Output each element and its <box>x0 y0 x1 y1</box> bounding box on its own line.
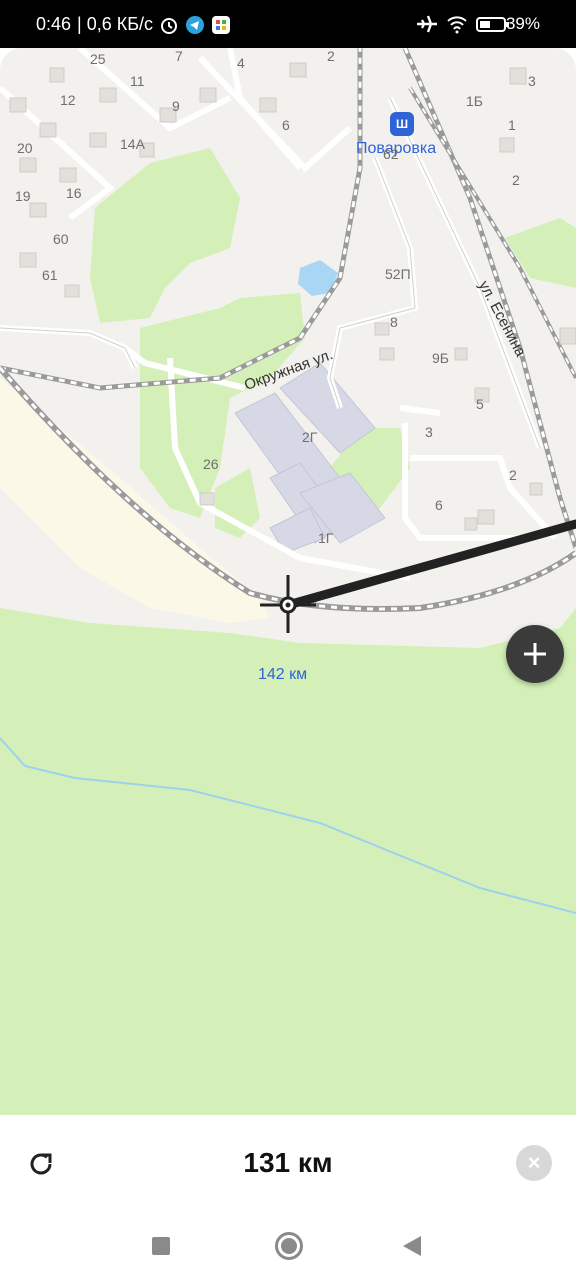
forest-area <box>505 218 576 288</box>
app-icon <box>211 15 231 35</box>
house-number: 9 <box>172 98 180 114</box>
recents-icon[interactable] <box>152 1237 170 1255</box>
house-number: 19 <box>15 188 31 204</box>
house-number: 1Г <box>318 530 334 546</box>
close-button[interactable]: × <box>516 1145 552 1181</box>
zoom-in-button[interactable] <box>506 625 564 683</box>
distance-readout: 131 км <box>243 1147 333 1178</box>
house-number: 2 <box>509 467 517 483</box>
status-bar: 0:46 | 0,6 КБ/с 39% <box>0 0 576 48</box>
airplane-icon <box>416 14 437 34</box>
home-icon[interactable] <box>275 1232 303 1260</box>
house-number: 20 <box>17 140 33 156</box>
close-icon: × <box>527 1150 541 1175</box>
forest-area <box>215 468 260 538</box>
house-number: 26 <box>203 456 219 472</box>
wifi-icon <box>446 14 467 34</box>
forest-area <box>0 608 576 1115</box>
alarm-icon <box>159 15 179 35</box>
house-number: 7 <box>175 48 183 64</box>
house-number: 3 <box>425 424 433 440</box>
house-number: 5 <box>476 396 484 412</box>
house-number: 14А <box>120 136 145 152</box>
km-marker-label: 142 км <box>258 666 308 683</box>
house-number: 3 <box>528 73 536 89</box>
house-number: 2Г <box>302 429 318 445</box>
house-number: 1 <box>508 117 516 133</box>
house-number: 1Б <box>466 93 483 109</box>
house-number: 6 <box>435 497 443 513</box>
house-number: 12 <box>60 92 76 108</box>
telegram-icon <box>185 15 205 35</box>
house-number: 6 <box>282 117 290 133</box>
house-number: 11 <box>130 73 145 89</box>
map-canvas[interactable] <box>0 48 576 1115</box>
battery-level: 39% <box>505 14 540 33</box>
house-number: 16 <box>66 185 82 201</box>
network-speed: | 0,6 КБ/с <box>77 14 154 34</box>
train-station-icon[interactable]: Ш <box>390 112 414 136</box>
forest-area <box>90 148 240 323</box>
house-number: 25 <box>90 51 106 67</box>
status-right: 39% <box>416 14 540 34</box>
android-nav-bar <box>0 1215 576 1280</box>
bottom-panel: 131 км × <box>0 1115 576 1215</box>
house-number: 2 <box>327 48 335 64</box>
back-icon[interactable] <box>403 1236 421 1256</box>
battery-icon <box>475 14 509 34</box>
house-number: 61 <box>42 267 58 283</box>
status-left: 0:46 | 0,6 КБ/с <box>36 14 231 35</box>
house-number: 4 <box>237 55 245 71</box>
map-view[interactable]: Ш Поваровка ул. Есенина Окружная ул. 25 … <box>0 48 576 1115</box>
house-number: 2 <box>512 172 520 188</box>
house-number: 60 <box>53 231 69 247</box>
house-number: 52П <box>385 266 411 282</box>
house-number: 62 <box>383 146 399 162</box>
house-number: 9Б <box>432 350 449 366</box>
clock: 0:46 <box>36 14 72 34</box>
house-number: 8 <box>390 314 398 330</box>
